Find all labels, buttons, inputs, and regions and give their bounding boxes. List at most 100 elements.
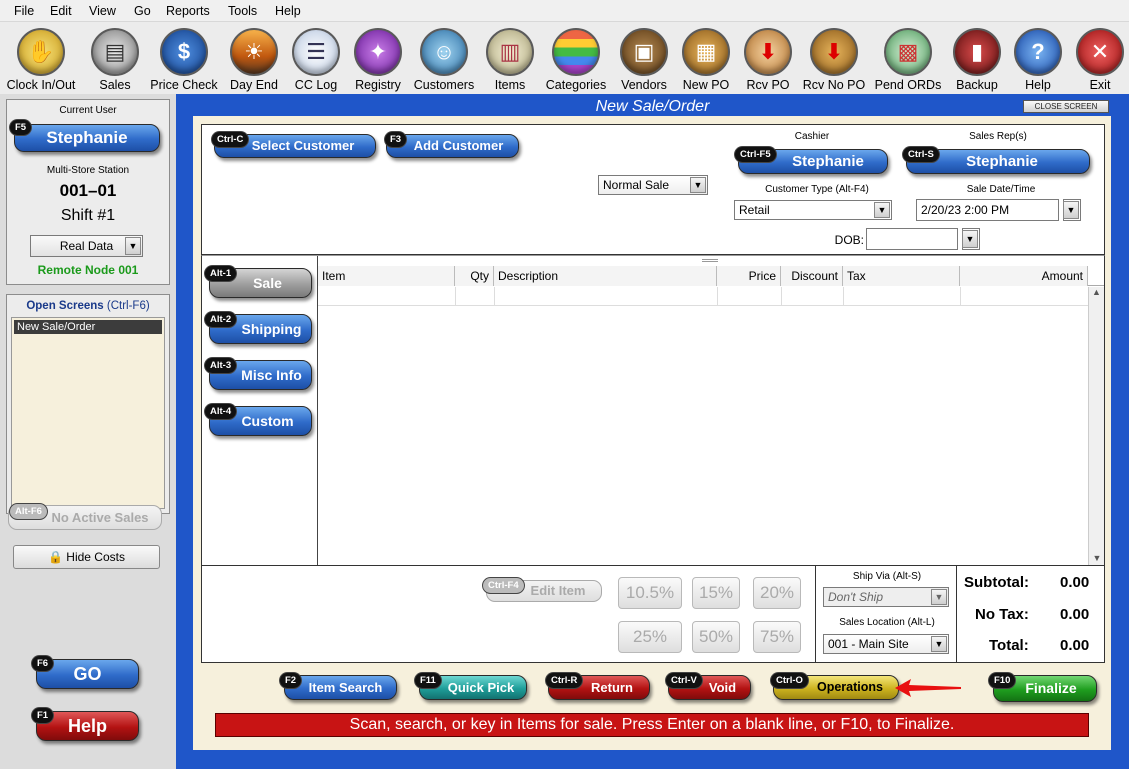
chevron-down-icon: ▼ <box>931 589 947 605</box>
sale-date-dropdown[interactable]: ▼ <box>1063 199 1081 221</box>
new-po-button[interactable]: ▦ New PO <box>680 24 732 92</box>
col-qty[interactable]: Qty <box>455 266 494 286</box>
rcv-no-po-button[interactable]: ⬇ Rcv No PO <box>802 24 866 92</box>
col-tax[interactable]: Tax <box>843 266 960 286</box>
menu-tools[interactable]: Tools <box>228 4 257 18</box>
backup-label: Backup <box>956 78 998 92</box>
discount-20-button[interactable]: 20% <box>753 577 801 609</box>
vertical-scrollbar[interactable]: ▲ ▼ <box>1088 287 1104 565</box>
cashier-label: Cashier <box>794 131 830 142</box>
splitter-handle[interactable] <box>702 259 718 262</box>
return-label: Return <box>591 680 633 695</box>
sales-button[interactable]: ▤ Sales <box>88 24 142 92</box>
discount-75-button[interactable]: 75% <box>753 621 801 653</box>
toolbar: ✋ Clock In/Out ▤ Sales $ Price Check ☀ D… <box>0 22 1129 94</box>
usb-drive-icon: ▮ <box>953 28 1001 76</box>
receive-no-po-icon: ⬇ <box>810 28 858 76</box>
clock-in-out-button[interactable]: ✋ Clock In/Out <box>4 24 78 92</box>
rcv-po-button[interactable]: ⬇ Rcv PO <box>742 24 794 92</box>
cc-log-label: CC Log <box>294 78 338 92</box>
price-check-button[interactable]: $ Price Check <box>150 24 218 92</box>
sales-rep-name: Stephanie <box>966 153 1038 170</box>
col-description[interactable]: Description <box>494 266 717 286</box>
pending-orders-icon: ▩ <box>884 28 932 76</box>
cashier-name: Stephanie <box>792 153 864 170</box>
tab-sale-label: Sale <box>253 275 282 291</box>
open-screen-item[interactable]: New Sale/Order <box>14 320 162 334</box>
clock-label: Clock In/Out <box>6 78 76 92</box>
item-search-label: Item Search <box>308 680 383 695</box>
day-end-button[interactable]: ☀ Day End <box>228 24 280 92</box>
chevron-down-icon: ▼ <box>1063 201 1079 219</box>
menu-reports[interactable]: Reports <box>166 4 210 18</box>
close-screen-button[interactable]: CLOSE SCREEN <box>1023 100 1109 113</box>
tab-shipping-label: Shipping <box>241 321 302 337</box>
sales-location-select[interactable]: 001 - Main Site ▼ <box>823 634 949 654</box>
ctrl-f4-key-badge: Ctrl-F4 <box>483 578 524 593</box>
tax-value: 0.00 <box>1060 606 1090 623</box>
scroll-down-icon[interactable]: ▼ <box>1089 553 1105 563</box>
discount-50-button[interactable]: 50% <box>692 621 740 653</box>
sales-label: Sales <box>99 78 131 92</box>
discount-25-button[interactable]: 25% <box>618 621 682 653</box>
col-amount[interactable]: Amount <box>960 266 1088 286</box>
open-screens-header: Open Screens (Ctrl-F6) <box>7 300 169 312</box>
window-title: New Sale/Order <box>595 98 710 115</box>
sales-location-label: Sales Location (Alt-L) <box>839 617 935 628</box>
items-label: Items <box>494 78 526 92</box>
customers-label: Customers <box>413 78 475 92</box>
menu-help[interactable]: Help <box>275 4 301 18</box>
ship-via-label: Ship Via (Alt-S) <box>852 571 922 582</box>
table-row[interactable] <box>318 287 1088 306</box>
sale-date-label: Sale Date/Time <box>966 184 1036 195</box>
dob-input[interactable] <box>866 228 958 250</box>
current-user-button[interactable]: Stephanie <box>14 124 160 152</box>
menu-view[interactable]: View <box>89 4 116 18</box>
ship-via-value: Don't Ship <box>828 590 883 604</box>
customer-type-value: Retail <box>739 203 770 217</box>
sale-date-input[interactable]: 2/20/23 2:00 PM <box>916 199 1059 221</box>
categories-label: Categories <box>545 78 607 92</box>
scroll-up-icon[interactable]: ▲ <box>1089 287 1104 297</box>
cc-log-button[interactable]: ☰ CC Log <box>290 24 342 92</box>
tab-misc-info-label: Misc Info <box>241 367 302 383</box>
col-price[interactable]: Price <box>717 266 781 286</box>
dob-dropdown[interactable]: ▼ <box>962 228 980 250</box>
register-icon: ▤ <box>91 28 139 76</box>
menu-edit[interactable]: Edit <box>50 4 72 18</box>
finalize-label: Finalize <box>1025 680 1077 696</box>
sale-type-select[interactable]: Normal Sale ▼ <box>598 175 708 195</box>
customer-type-select[interactable]: Retail ▼ <box>734 200 892 220</box>
sales-rep-label: Sales Rep(s) <box>969 131 1027 142</box>
customers-button[interactable]: ☺ Customers <box>412 24 476 92</box>
sale-form: Select Customer Ctrl-C Add Customer F3 N… <box>193 116 1111 750</box>
registry-label: Registry <box>355 78 401 92</box>
discount-10-5-button[interactable]: 10.5% <box>618 577 682 609</box>
backup-button[interactable]: ▮ Backup <box>950 24 1004 92</box>
lock-icon: 🔒 <box>48 550 63 564</box>
edit-item-label: Edit Item <box>530 583 586 598</box>
col-discount[interactable]: Discount <box>781 266 843 286</box>
document-icon: ☰ <box>292 28 340 76</box>
ship-via-select[interactable]: Don't Ship ▼ <box>823 587 949 607</box>
discount-15-button[interactable]: 15% <box>692 577 740 609</box>
menu-go[interactable]: Go <box>134 4 151 18</box>
shelf-icon: ▥ <box>486 28 534 76</box>
add-customer-label: Add Customer <box>413 138 504 153</box>
items-button[interactable]: ▥ Items <box>484 24 536 92</box>
briefcase-icon: ▣ <box>620 28 668 76</box>
pend-ords-button[interactable]: ▩ Pend ORDs <box>874 24 942 92</box>
hide-costs-button[interactable]: 🔒 Hide Costs <box>13 545 160 569</box>
alt-3-key-badge: Alt-3 <box>205 358 237 373</box>
customer-type-label: Customer Type (Alt-F4) <box>765 184 869 195</box>
col-item[interactable]: Item <box>318 266 455 286</box>
vendors-button[interactable]: ▣ Vendors <box>616 24 672 92</box>
data-mode-select[interactable]: Real Data ▼ <box>30 235 143 257</box>
help-toolbar-button[interactable]: ? Help <box>1012 24 1064 92</box>
exit-button[interactable]: ✕ Exit <box>1074 24 1126 92</box>
menu-file[interactable]: File <box>14 4 34 18</box>
categories-button[interactable]: Categories <box>544 24 608 92</box>
registry-button[interactable]: ✦ Registry <box>352 24 404 92</box>
help-toolbar-label: Help <box>1025 78 1051 92</box>
open-screens-panel: Open Screens (Ctrl-F6) New Sale/Order <box>6 294 170 514</box>
